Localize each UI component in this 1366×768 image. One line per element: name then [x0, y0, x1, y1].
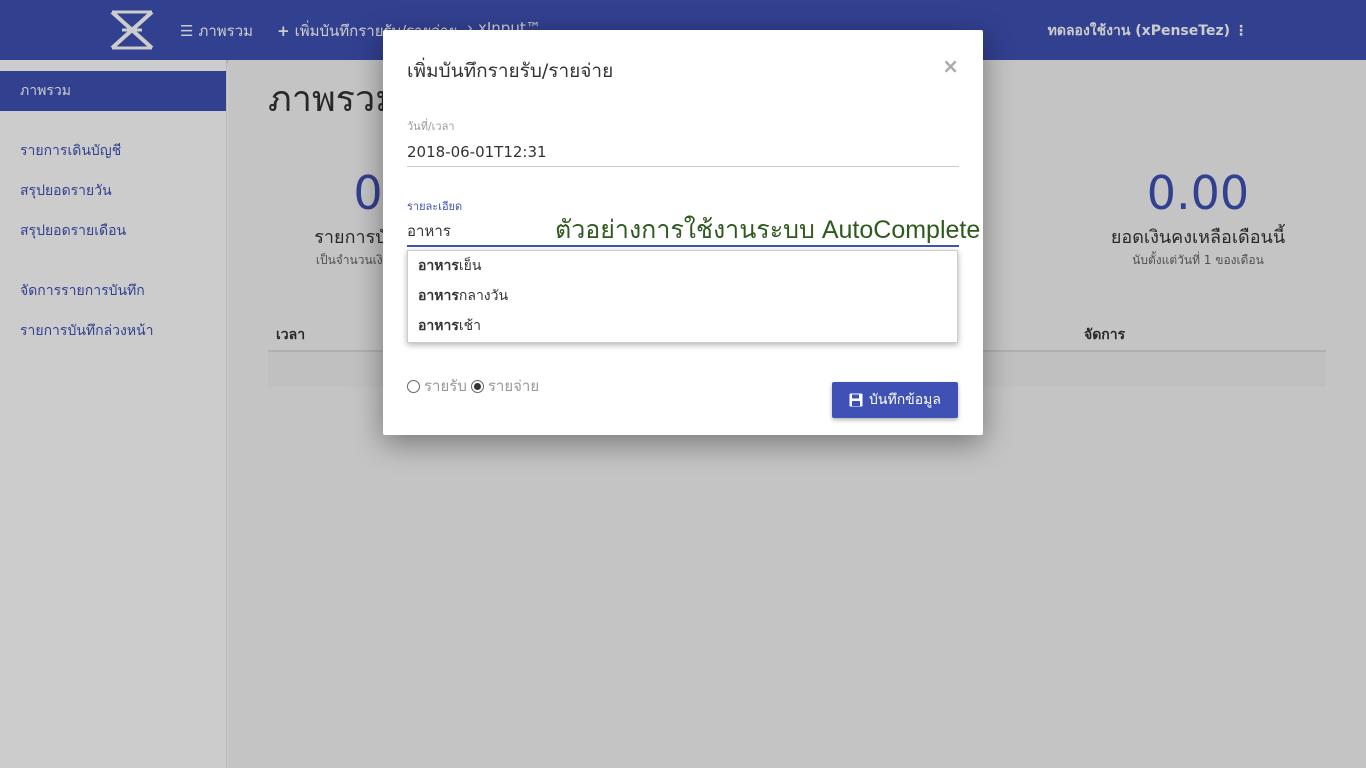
radio-expense[interactable]	[470, 379, 484, 393]
autocomplete-option[interactable]: อาหารเย็น	[408, 251, 957, 281]
floppy-disk-icon	[849, 393, 863, 407]
datetime-label: วันที่/เวลา	[407, 120, 455, 133]
datetime-input[interactable]	[407, 137, 959, 167]
save-button[interactable]: บันทึกข้อมูล	[832, 382, 958, 418]
modal-title: เพิ่มบันทึกรายรับ/รายจ่าย	[407, 60, 614, 82]
autocomplete-annotation: ตัวอย่างการใช้งานระบบ AutoComplete	[555, 216, 981, 244]
autocomplete-dropdown: อาหารเย็น อาหารกลางวัน อาหารเช้า	[407, 250, 958, 343]
close-icon[interactable]: ×	[942, 54, 959, 78]
autocomplete-option[interactable]: อาหารกลางวัน	[408, 281, 957, 311]
type-radio-group: รายรับ รายจ่าย	[407, 374, 539, 398]
autocomplete-option[interactable]: อาหารเช้า	[408, 311, 957, 341]
detail-label: รายละเอียด	[407, 200, 463, 213]
radio-income-label[interactable]: รายรับ	[424, 374, 467, 398]
save-button-label: บันทึกข้อมูล	[869, 392, 941, 408]
radio-income[interactable]	[407, 379, 420, 393]
add-record-modal: เพิ่มบันทึกรายรับ/รายจ่าย × วันที่/เวลา …	[383, 30, 983, 435]
radio-expense-label[interactable]: รายจ่าย	[488, 374, 539, 398]
